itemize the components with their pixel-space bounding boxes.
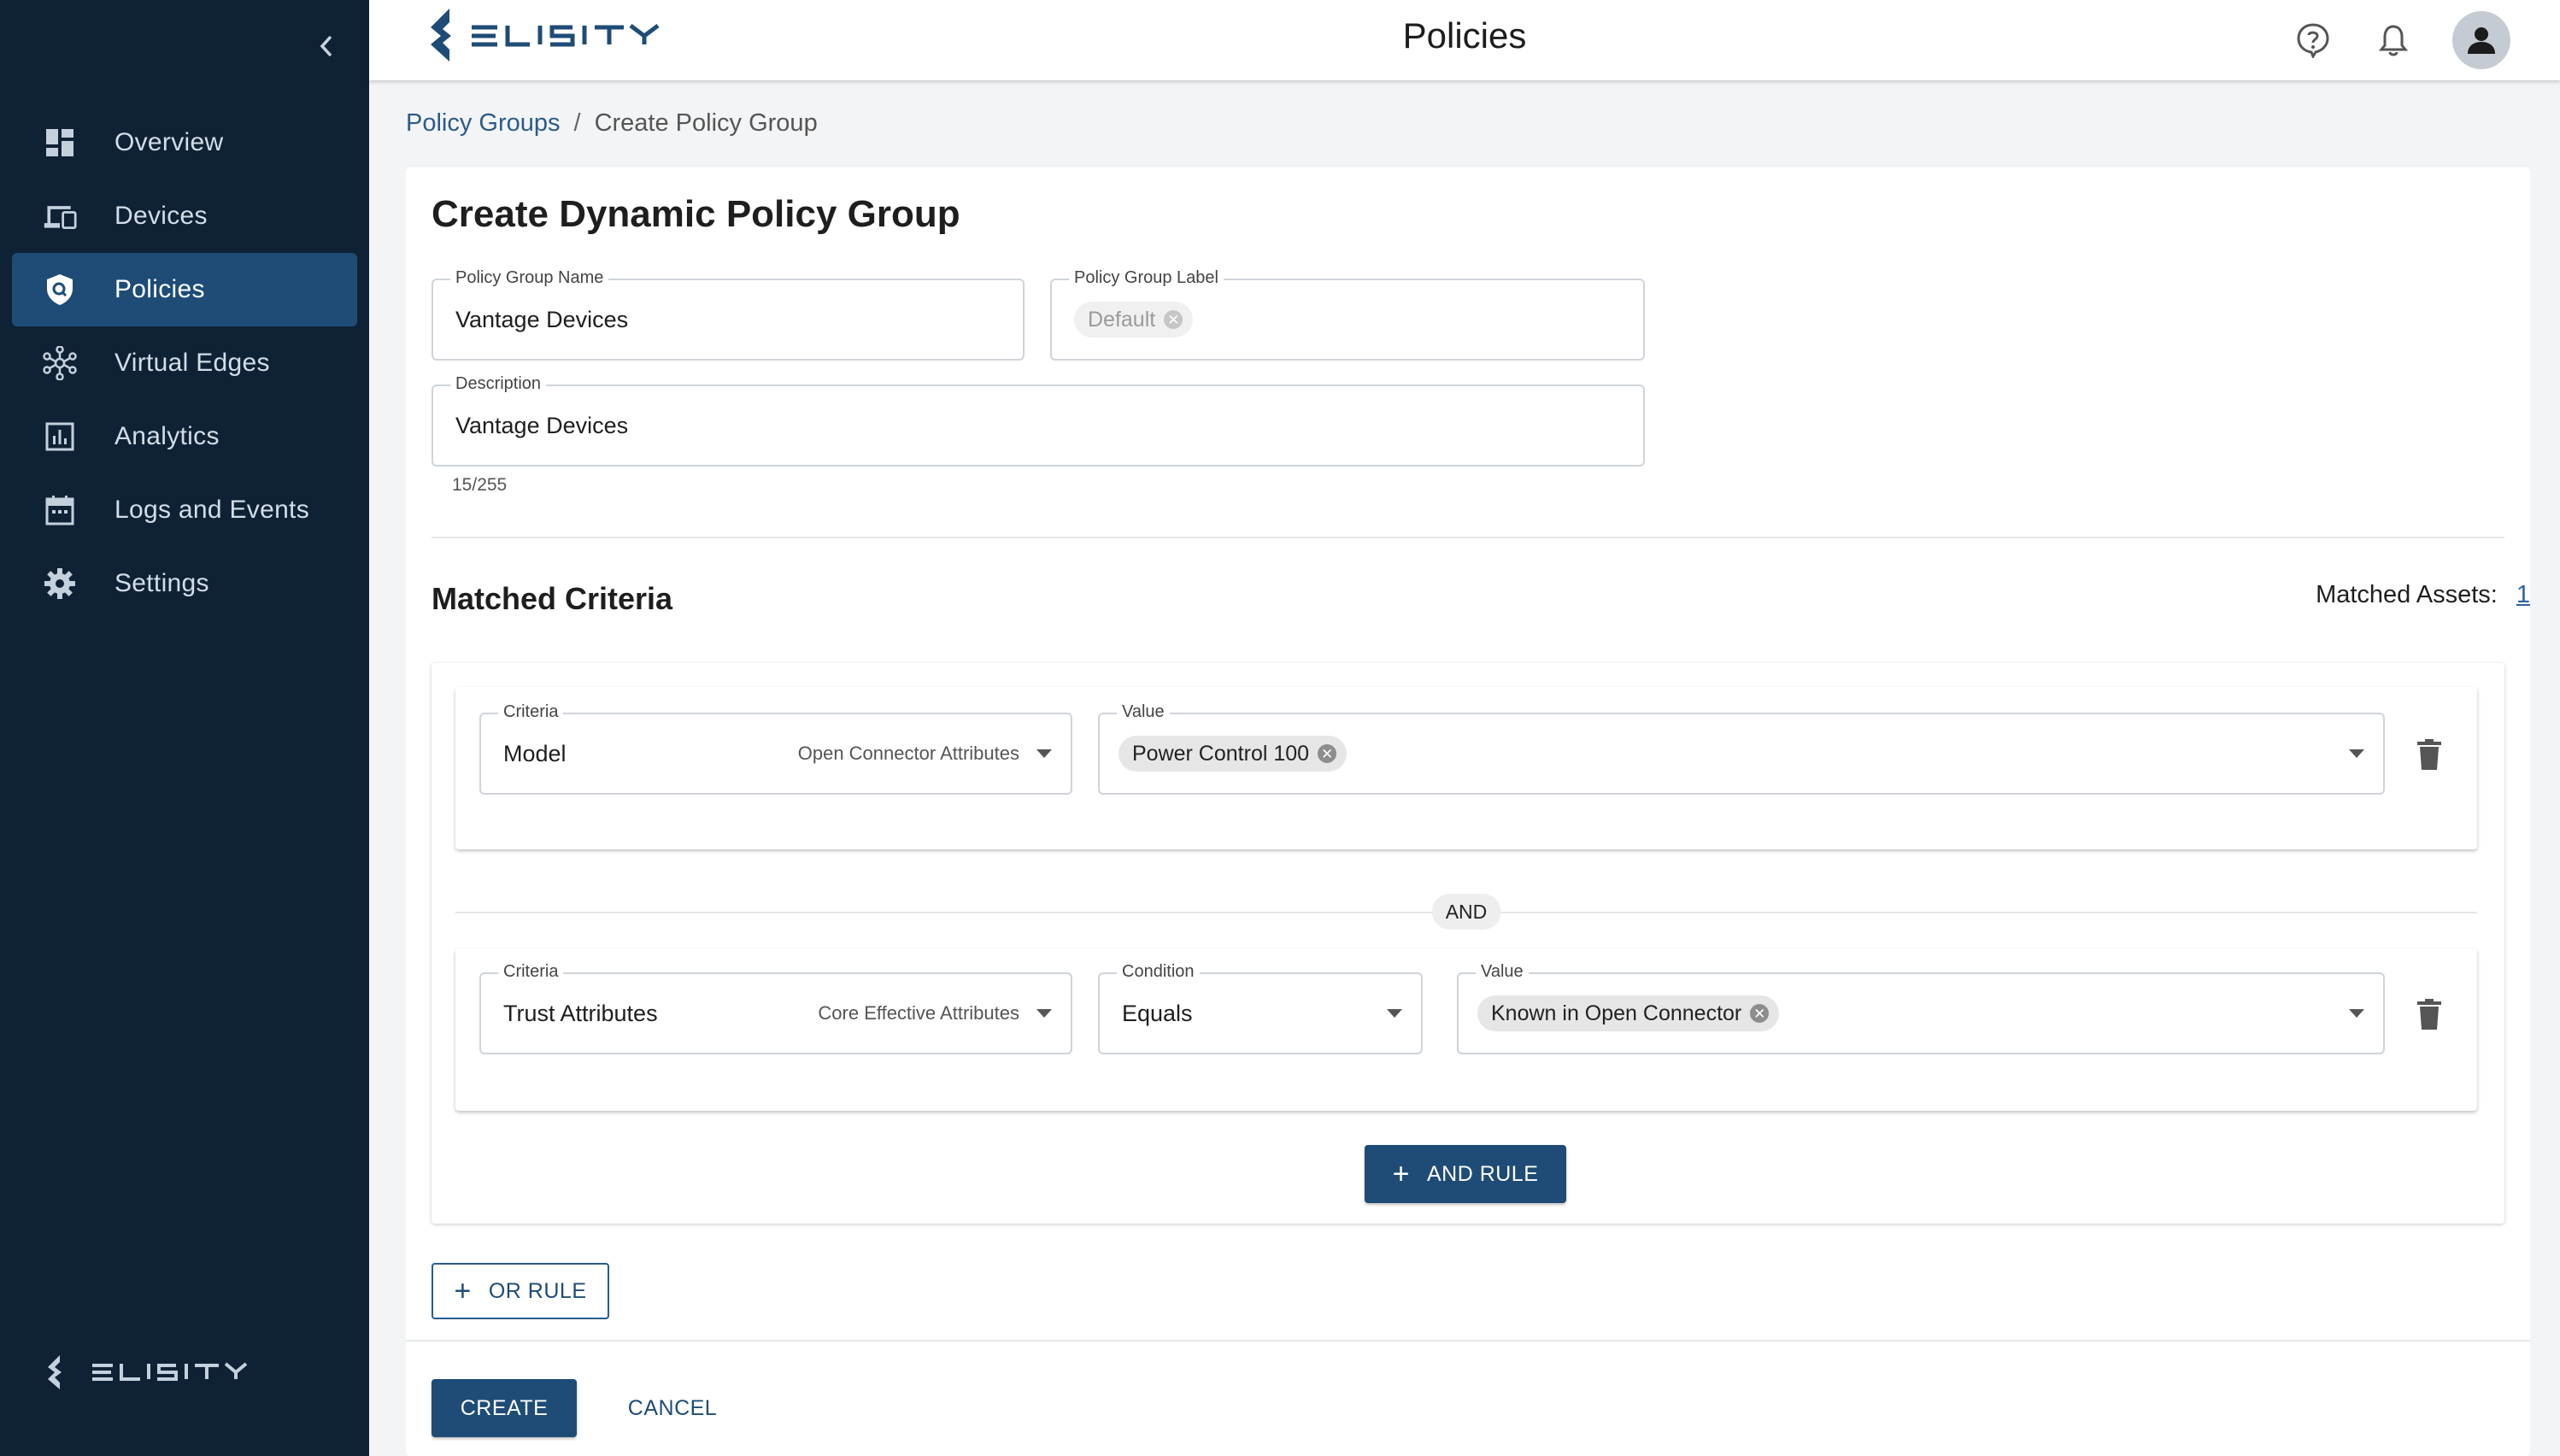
trash-icon (2417, 739, 2441, 770)
network-hub-icon (43, 346, 77, 380)
collapse-sidebar-button[interactable] (308, 27, 345, 65)
shield-icon (43, 273, 77, 307)
matched-assets: Matched Assets: 1 (2316, 581, 2530, 609)
and-badge: AND (1431, 894, 1501, 930)
help-icon[interactable] (2283, 10, 2343, 70)
create-button[interactable]: CREATE (432, 1379, 577, 1437)
chevron-down-icon[interactable] (2349, 1009, 2364, 1018)
value-chip: Known in Open Connector ✕ (1477, 995, 1780, 1031)
dashboard-icon (43, 126, 77, 160)
sidebar-item-virtual-edges[interactable]: Virtual Edges (12, 326, 357, 400)
plus-icon: + (1392, 1158, 1410, 1190)
cancel-button[interactable]: CANCEL (611, 1379, 734, 1437)
add-or-rule-button[interactable]: + OR RULE (432, 1263, 609, 1319)
sidebar-item-label: Logs and Events (114, 496, 309, 524)
criteria-group: Open Connector Attributes (797, 743, 1019, 764)
sidebar-item-label: Policies (114, 275, 205, 303)
add-and-rule-button[interactable]: + AND RULE (1365, 1145, 1566, 1203)
value-select[interactable]: Value Power Control 100 ✕ (1098, 702, 2385, 795)
value-chips: Known in Open Connector ✕ (1477, 974, 1780, 1053)
value-chips: Power Control 100 ✕ (1119, 714, 1348, 793)
and-separator: AND (455, 892, 2477, 933)
devices-icon (43, 199, 77, 233)
chevron-down-icon[interactable] (1036, 1009, 1052, 1018)
sidebar-item-analytics[interactable]: Analytics (12, 400, 357, 473)
sidebar-item-label: Virtual Edges (114, 349, 270, 377)
header-actions (2263, 10, 2510, 70)
policy-group-name-field[interactable]: Policy Group Name Vantage Devices (432, 268, 1025, 361)
condition-value: Equals (1122, 1000, 1193, 1026)
user-avatar-icon[interactable] (2452, 11, 2510, 69)
button-label: OR RULE (488, 1278, 587, 1303)
sidebar-logo (44, 1353, 250, 1391)
bar-chart-icon (43, 420, 77, 454)
description-field[interactable]: Description Vantage Devices (432, 374, 1645, 467)
page-title: Policies (1402, 15, 1527, 56)
policy-group-name-value: Vantage Devices (455, 306, 629, 332)
create-policy-group-form: Create Dynamic Policy Group Policy Group… (406, 167, 2530, 1456)
policy-group-label-field[interactable]: Policy Group Label Default ✕ (1050, 268, 1645, 361)
remove-chip-icon[interactable]: ✕ (1164, 310, 1183, 329)
delete-rule-button[interactable] (2412, 995, 2446, 1034)
delete-rule-button[interactable] (2412, 735, 2446, 774)
chip-text: Default (1088, 307, 1156, 332)
description-value: Vantage Devices (455, 412, 629, 438)
sidebar: Overview Devices Policies Virtual Edges … (0, 0, 369, 1456)
criteria-select[interactable]: Criteria Model Open Connector Attributes (479, 702, 1072, 795)
sidebar-item-label: Devices (114, 202, 208, 230)
chevron-down-icon[interactable] (2349, 749, 2364, 758)
breadcrumb: Policy Groups / Create Policy Group (406, 109, 818, 138)
bell-icon[interactable] (2363, 10, 2423, 70)
chevron-left-icon (320, 35, 332, 57)
button-label: AND RULE (1426, 1161, 1539, 1186)
top-bar: Policies (369, 0, 2560, 80)
sidebar-item-policies[interactable]: Policies (12, 253, 357, 326)
rule-card: Criteria Model Open Connector Attributes… (455, 687, 2477, 849)
criteria-value: Trust Attributes (503, 1000, 658, 1026)
condition-select[interactable]: Condition Equals (1098, 962, 1423, 1054)
trash-icon (2417, 999, 2441, 1030)
divider (432, 537, 2504, 538)
value-chip: Power Control 100 ✕ (1119, 736, 1348, 772)
plus-icon: + (454, 1275, 472, 1307)
remove-chip-icon[interactable]: ✕ (1318, 744, 1337, 763)
sidebar-item-overview[interactable]: Overview (12, 106, 357, 179)
policy-group-label-value: Default ✕ (1074, 280, 1194, 359)
matched-assets-label: Matched Assets: (2316, 581, 2498, 608)
chip-text: Known in Open Connector (1491, 1001, 1742, 1025)
chevron-down-icon[interactable] (1387, 1009, 1402, 1018)
sidebar-item-settings[interactable]: Settings (12, 547, 357, 620)
sidebar-item-label: Overview (114, 128, 224, 156)
remove-chip-icon[interactable]: ✕ (1750, 1004, 1770, 1023)
value-select[interactable]: Value Known in Open Connector ✕ (1457, 962, 2385, 1054)
character-counter: 15/255 (452, 475, 508, 495)
section-title: Matched Criteria (432, 581, 673, 616)
rule-group: Criteria Model Open Connector Attributes… (432, 663, 2504, 1224)
gear-icon (43, 567, 77, 601)
breadcrumb-current: Create Policy Group (594, 109, 818, 137)
label-chip: Default ✕ (1074, 302, 1194, 338)
sidebar-item-label: Settings (114, 569, 209, 597)
criteria-select[interactable]: Criteria Trust Attributes Core Effective… (479, 962, 1072, 1054)
chevron-down-icon[interactable] (1036, 749, 1052, 758)
chip-text: Power Control 100 (1132, 741, 1310, 766)
criteria-group: Core Effective Attributes (818, 1002, 1019, 1024)
calendar-icon (43, 493, 77, 527)
breadcrumb-policy-groups-link[interactable]: Policy Groups (406, 109, 561, 138)
form-title: Create Dynamic Policy Group (432, 193, 960, 235)
breadcrumb-separator: / (573, 109, 581, 137)
sidebar-item-label: Analytics (114, 422, 220, 450)
divider (406, 1340, 2530, 1342)
sidebar-item-devices[interactable]: Devices (12, 179, 357, 253)
sidebar-nav: Overview Devices Policies Virtual Edges … (12, 106, 357, 620)
matched-assets-count-link[interactable]: 1 (2516, 581, 2530, 609)
criteria-value: Model (503, 740, 567, 766)
rule-card: Criteria Trust Attributes Core Effective… (455, 948, 2477, 1111)
sidebar-item-logs-and-events[interactable]: Logs and Events (12, 473, 357, 547)
